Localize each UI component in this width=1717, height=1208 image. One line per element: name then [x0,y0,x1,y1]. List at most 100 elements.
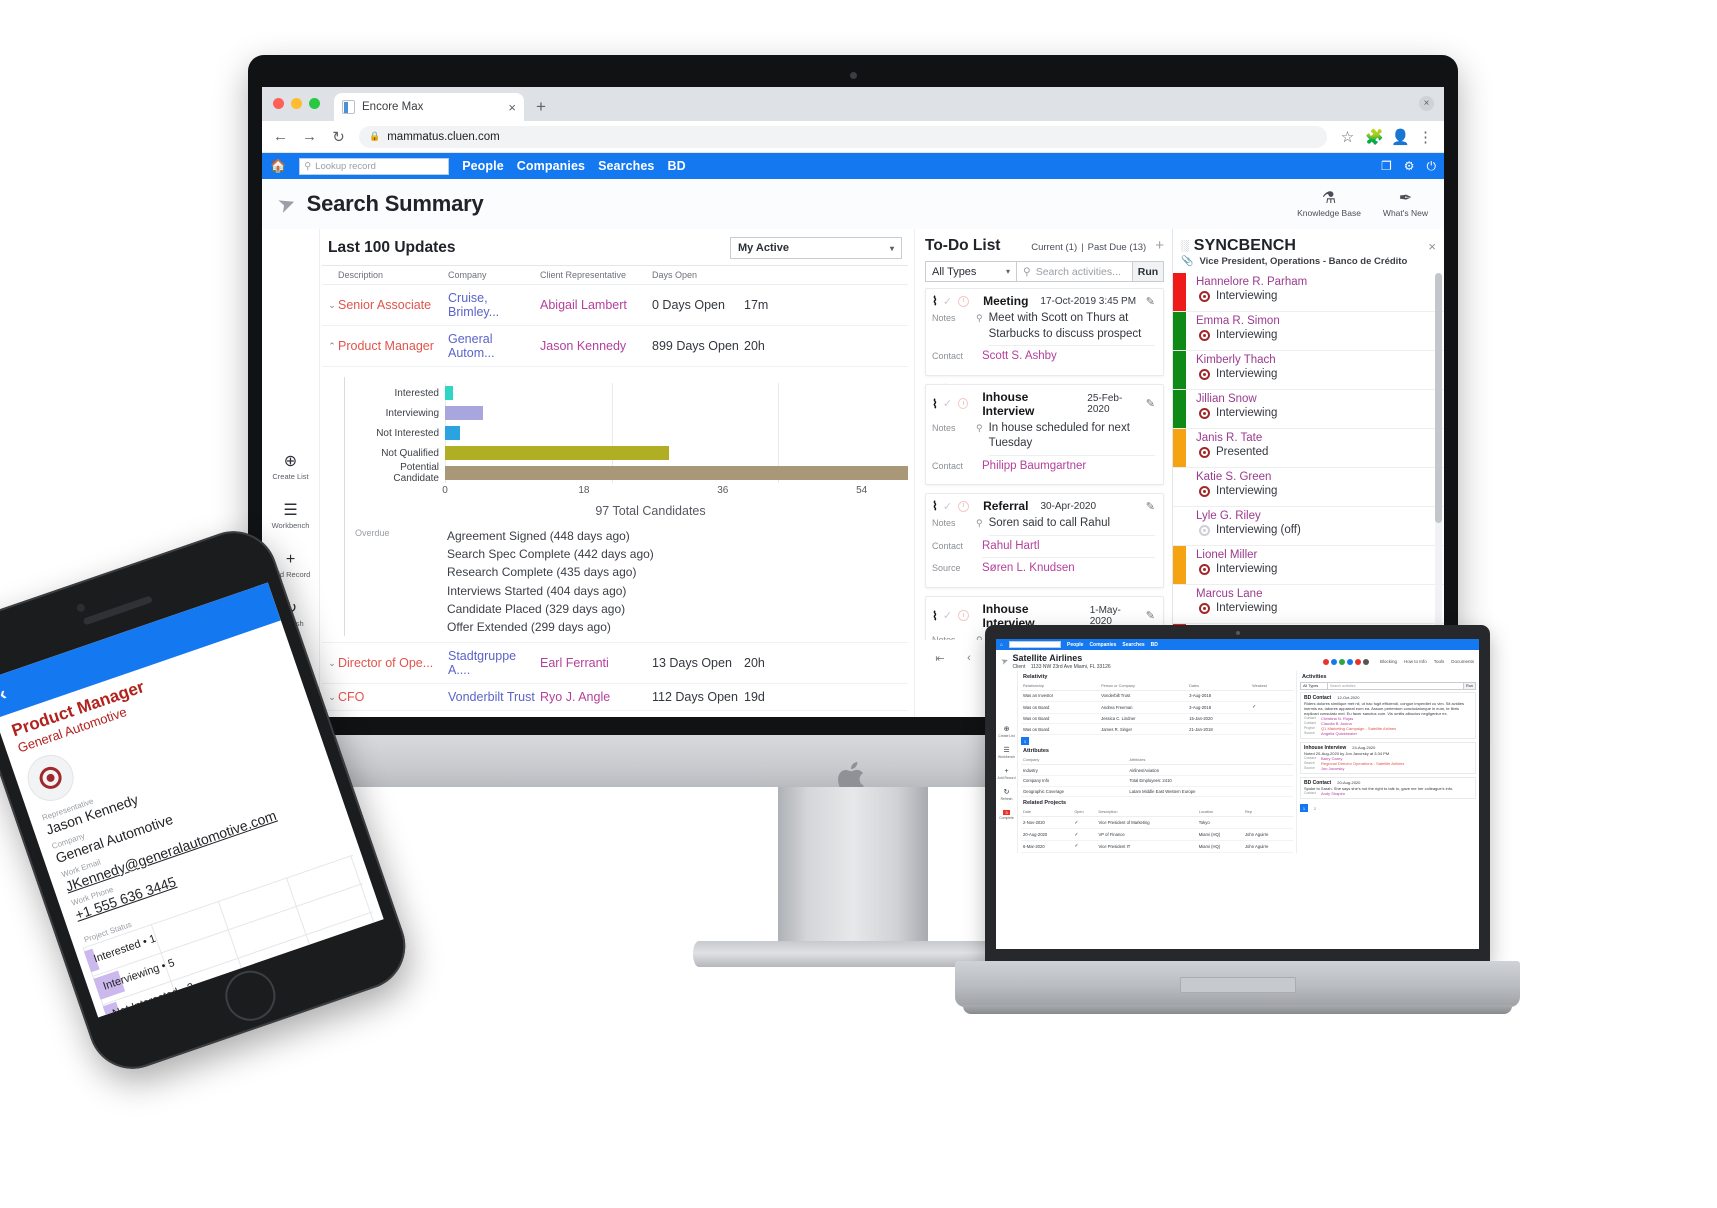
list-item[interactable]: Lyle G. Riley Interviewing (off) [1173,507,1444,546]
row-value[interactable]: Andy Shapiro [1321,791,1472,796]
candidate-name[interactable]: Emma R. Simon [1196,315,1444,327]
table-row[interactable]: 6-Mar-2020 ✓ Vice President IT Miami (HQ… [1021,840,1293,853]
lookup-record-input[interactable] [1009,641,1062,648]
list-item[interactable]: Hannelore R. Parham Interviewing [1173,273,1444,312]
activity-card[interactable]: ⌇ ✓ Inhouse Interview 25-Feb-2020 ✎ Note… [925,383,1164,486]
activity-type-select[interactable]: All Types [1300,682,1328,690]
nav-companies[interactable]: Companies [1089,642,1116,648]
search-activities-input[interactable]: Search activities [1328,682,1464,690]
source-value[interactable]: Søren L. Knudsen [982,561,1155,580]
list-item[interactable]: Kimberly Thach Interviewing [1173,351,1444,390]
table-row[interactable]: ⌃ Product Manager General Autom... Jason… [322,326,908,367]
search-activities-input[interactable]: ⚲ Search activities... [1017,261,1133,282]
window-close-icon[interactable]: × [1419,96,1434,111]
clock-icon[interactable] [958,610,969,622]
activity-card[interactable]: BD Contact 20-Aug-2020 Spoke to Sarah. Sh… [1300,777,1476,799]
rail-create-list[interactable]: ⊕ Create List [996,726,1017,738]
clock-icon[interactable] [958,500,970,512]
tool-tools[interactable]: Tools [1434,659,1445,665]
contact-value[interactable]: Rahul Hartl [982,539,1155,559]
project-description[interactable]: Vice President IT [1096,840,1197,853]
cell-who[interactable]: Jessica C. Lindner [1099,713,1188,725]
pulse-icon[interactable]: ⌇ [932,294,938,308]
row-description[interactable]: CFO [338,690,448,704]
row-company[interactable]: Vonderbilt Trust [448,690,540,704]
back-icon[interactable]: ‹ [0,683,10,706]
close-window-dot[interactable] [273,98,284,109]
first-page-icon[interactable]: ⇤ [929,647,951,669]
list-item[interactable]: Jillian Snow Interviewing [1173,390,1444,429]
chevron-down-icon[interactable]: ⌄ [326,300,338,311]
candidate-name[interactable]: Katie S. Green [1196,471,1444,483]
row-company[interactable]: General Autom... [448,332,540,360]
table-row[interactable]: Industry Airlines/Aviation [1021,764,1293,776]
rail-add-record[interactable]: + Add Record [996,768,1017,780]
project-description[interactable]: Vice President of Marketing [1096,816,1197,830]
row-description[interactable]: Senior Associate [338,298,448,312]
nav-bd[interactable]: BD [667,159,685,173]
pulse-icon[interactable]: ⌇ [932,499,938,513]
table-row[interactable]: 20-Aug-2020 ✓ VP of Finance Miami (HQ) J… [1021,828,1293,842]
laptop-trackpad[interactable] [1179,977,1296,993]
panel-toggle-icon[interactable]: ❐ [1381,159,1392,173]
activity-card[interactable]: BD Contact 12-Oct-2020 Riders dolores sim… [1300,692,1476,739]
row-representative[interactable]: Ryo J. Angle [540,690,652,704]
row-value[interactable]: Angelia Quickbeater [1321,731,1472,736]
nav-people[interactable]: People [462,159,504,173]
rail-create-list[interactable]: ⊕ Create List [272,454,308,482]
list-item[interactable]: Emma R. Simon Interviewing [1173,312,1444,351]
candidate-name[interactable]: Kimberly Thach [1196,354,1444,366]
forward-icon[interactable]: → [301,128,318,145]
check-icon[interactable]: ✓ [943,609,952,622]
run-button[interactable]: Run [1133,261,1164,282]
tool-blocking[interactable]: Blocking [1380,659,1397,665]
close-icon[interactable]: × [1428,239,1436,254]
row-description[interactable]: Director of Ope... [338,656,448,670]
knowledge-base-button[interactable]: ⚗ Knowledge Base [1297,190,1361,218]
table-row[interactable]: ⌄ Director of Ope... Stadtgruppe A.... E… [322,643,908,685]
project-description[interactable]: VP of Finance [1096,828,1197,842]
page-1-button[interactable]: 1 [1300,804,1308,812]
table-row[interactable]: Was on Board James R. Singer 21-Jan-2018 [1021,723,1293,736]
home-icon[interactable]: ⌂ [1000,642,1003,648]
pulse-icon[interactable]: ⌇ [932,609,938,623]
todo-meta-current[interactable]: Current (1) [1031,242,1077,253]
table-row[interactable]: Was on Board Andrea Freeman 3-Aug-2018 ✓ [1021,701,1293,714]
nav-bd[interactable]: BD [1151,642,1158,648]
activity-type-select[interactable]: All Types ▾ [925,261,1017,282]
list-item[interactable]: Lionel Miller Interviewing [1173,546,1444,585]
candidate-name[interactable]: Lyle G. Riley [1196,510,1444,522]
table-row[interactable]: 2-Nov-2020 ✓ Vice President of Marketing… [1021,816,1293,830]
row-representative[interactable]: Earl Ferranti [540,656,652,670]
check-icon[interactable]: ✓ [943,295,952,308]
nav-companies[interactable]: Companies [517,159,585,173]
window-controls[interactable] [273,98,320,109]
edit-pencil-icon[interactable]: ✎ [1146,397,1155,410]
chevron-down-icon[interactable]: ⌄ [326,658,338,669]
updates-filter-select[interactable]: My Active ▾ [730,237,902,259]
list-item[interactable]: Marcus Lane Interviewing [1173,585,1444,624]
reload-icon[interactable]: ↻ [330,128,347,146]
extensions-icon[interactable]: 🧩 [1365,128,1384,146]
search-icon[interactable]: ⚲ [976,516,983,536]
chevron-up-icon[interactable]: ⌃ [326,341,338,352]
edit-pencil-icon[interactable]: ✎ [1146,295,1155,308]
row-representative[interactable]: Jason Kennedy [540,339,652,353]
rail-workbench[interactable]: ☰ Workbench [996,747,1017,759]
nav-searches[interactable]: Searches [1122,642,1144,648]
table-row[interactable]: Was an Investor Vonderbilt Trust 3-Aug-2… [1021,690,1293,702]
lookup-record-input[interactable]: ⚲ Lookup record [299,157,450,175]
row-representative[interactable]: Abigail Lambert [540,298,652,312]
table-row[interactable]: Geographic Coverage Latam Middle East We… [1021,786,1293,798]
candidate-name[interactable]: Janis R. Tate [1196,432,1444,444]
table-row[interactable]: Company Info Total Employees: 2410 [1021,775,1293,787]
social-icons[interactable] [1322,658,1369,665]
contact-value[interactable]: Philipp Baumgartner [982,459,1155,478]
todo-cards-scroll[interactable]: ⌇ ✓ Meeting 17-Oct-2019 3:45 PM ✎ Notes … [915,288,1172,640]
minimize-window-dot[interactable] [291,98,302,109]
table-row[interactable]: Was on Board Jessica C. Lindner 15-Jan-2… [1021,713,1293,725]
profile-icon[interactable]: 👤 [1391,128,1410,146]
pulse-icon[interactable]: ⌇ [932,397,938,411]
chevron-down-icon[interactable]: ⌄ [326,692,338,703]
row-company[interactable]: Cruise, Brimley... [448,291,540,319]
